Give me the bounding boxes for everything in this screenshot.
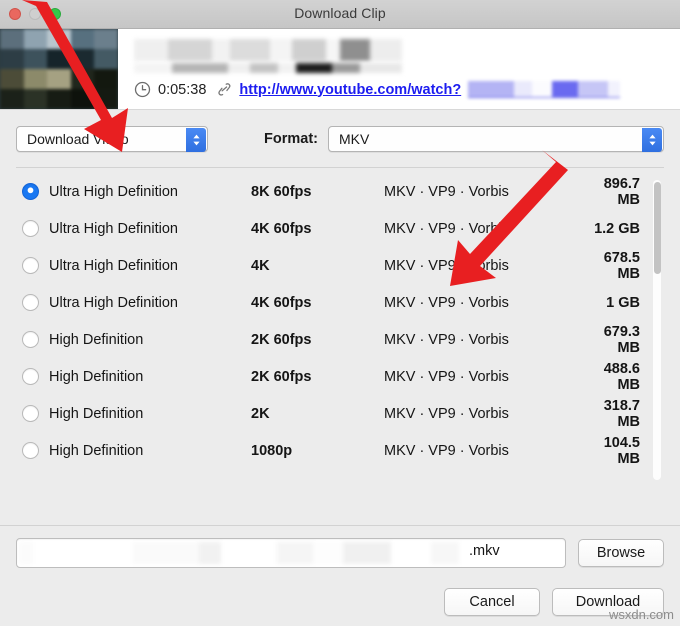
thumbnail-pixels [0, 29, 118, 109]
quality-resolution: 2K 60fps [251, 369, 384, 385]
quality-label: High Definition [49, 406, 251, 422]
quality-codec: MKV · VP9 · Vorbis [384, 295, 584, 311]
quality-row[interactable]: Ultra High Definition4K 60fpsMKV · VP9 ·… [16, 210, 664, 247]
quality-resolution: 1080p [251, 443, 384, 459]
window-titlebar: Download Clip [0, 0, 680, 29]
filename-row: .mkv Browse [16, 526, 664, 568]
filename-extension: .mkv [469, 543, 500, 559]
quality-codec: MKV · VP9 · Vorbis [384, 443, 584, 459]
quality-size: 679.3 MB [584, 324, 664, 356]
quality-row[interactable]: High Definition2K 60fpsMKV · VP9 · Vorbi… [16, 321, 664, 358]
scrollbar-thumb[interactable] [654, 182, 661, 274]
clock-icon [134, 81, 151, 98]
filename-redacted [19, 542, 459, 564]
clip-title-redacted [134, 39, 402, 61]
quality-resolution: 4K 60fps [251, 221, 384, 237]
quality-codec: MKV · VP9 · Vorbis [384, 184, 584, 200]
dialog-footer: .mkv Browse Cancel Download [0, 525, 680, 626]
chevron-updown-icon[interactable] [642, 128, 662, 152]
quality-codec: MKV · VP9 · Vorbis [384, 258, 584, 274]
clip-info-header: 0:05:38 http://www.youtube.com/watch? [0, 29, 680, 109]
quality-radio[interactable] [22, 368, 39, 385]
cancel-button[interactable]: Cancel [444, 588, 540, 616]
quality-label: High Definition [49, 443, 251, 459]
filename-input[interactable]: .mkv [16, 538, 566, 568]
window-title: Download Clip [0, 5, 680, 21]
format-value: MKV [339, 131, 369, 147]
quality-row[interactable]: High Definition1080pMKV · VP9 · Vorbis10… [16, 432, 664, 469]
quality-size: 488.6 MB [584, 361, 664, 393]
dialog-action-buttons: Cancel Download [16, 568, 664, 616]
clip-meta: 0:05:38 http://www.youtube.com/watch? [118, 29, 680, 98]
quality-resolution: 2K [251, 406, 384, 422]
clip-url-row: 0:05:38 http://www.youtube.com/watch? [134, 81, 680, 98]
quality-label: Ultra High Definition [49, 258, 251, 274]
quality-resolution: 4K [251, 258, 384, 274]
quality-label: High Definition [49, 332, 251, 348]
link-icon [217, 81, 232, 98]
chevron-updown-icon[interactable] [186, 128, 206, 152]
quality-codec: MKV · VP9 · Vorbis [384, 332, 584, 348]
quality-row[interactable]: Ultra High Definition4KMKV · VP9 · Vorbi… [16, 247, 664, 284]
quality-radio[interactable] [22, 331, 39, 348]
quality-radio[interactable] [22, 257, 39, 274]
quality-row[interactable]: Ultra High Definition4K 60fpsMKV · VP9 ·… [16, 284, 664, 321]
quality-label: Ultra High Definition [49, 221, 251, 237]
quality-list[interactable]: Ultra High Definition8K 60fpsMKV · VP9 ·… [16, 168, 664, 525]
quality-radio[interactable] [22, 294, 39, 311]
clip-duration: 0:05:38 [158, 82, 206, 98]
video-thumbnail [0, 29, 118, 109]
quality-codec: MKV · VP9 · Vorbis [384, 406, 584, 422]
quality-label: Ultra High Definition [49, 184, 251, 200]
quality-codec: MKV · VP9 · Vorbis [384, 369, 584, 385]
watermark: wsxdn.com [609, 607, 674, 622]
quality-list-container: Ultra High Definition8K 60fpsMKV · VP9 ·… [16, 167, 664, 525]
download-mode-value: Download Video [27, 131, 129, 147]
quality-radio[interactable] [22, 220, 39, 237]
quality-size: 104.5 MB [584, 435, 664, 467]
quality-radio[interactable] [22, 442, 39, 459]
quality-label: High Definition [49, 369, 251, 385]
quality-row[interactable]: High Definition2K 60fpsMKV · VP9 · Vorbi… [16, 358, 664, 395]
quality-size: 1.2 GB [584, 221, 664, 237]
quality-size: 678.5 MB [584, 250, 664, 282]
quality-resolution: 2K 60fps [251, 332, 384, 348]
quality-radio[interactable] [22, 405, 39, 422]
quality-size: 1 GB [584, 295, 664, 311]
quality-row[interactable]: Ultra High Definition8K 60fpsMKV · VP9 ·… [16, 173, 664, 210]
quality-row[interactable]: High Definition2KMKV · VP9 · Vorbis318.7… [16, 395, 664, 432]
quality-list-scrollbar[interactable] [653, 180, 661, 480]
clip-url-redacted [468, 81, 620, 98]
download-clip-window: Download Clip [0, 0, 680, 626]
quality-resolution: 8K 60fps [251, 184, 384, 200]
quality-resolution: 4K 60fps [251, 295, 384, 311]
download-mode-popup[interactable]: Download Video [16, 126, 208, 152]
format-popup[interactable]: MKV [328, 126, 664, 152]
clip-url-link[interactable]: http://www.youtube.com/watch? [239, 82, 461, 98]
clip-subtitle-redacted [134, 63, 402, 73]
quality-label: Ultra High Definition [49, 295, 251, 311]
quality-size: 896.7 MB [584, 176, 664, 208]
format-label: Format: [264, 131, 318, 147]
browse-button[interactable]: Browse [578, 539, 664, 567]
quality-radio[interactable] [22, 183, 39, 200]
quality-codec: MKV · VP9 · Vorbis [384, 221, 584, 237]
controls-row: Download Video Format: MKV [0, 109, 680, 167]
quality-size: 318.7 MB [584, 398, 664, 430]
